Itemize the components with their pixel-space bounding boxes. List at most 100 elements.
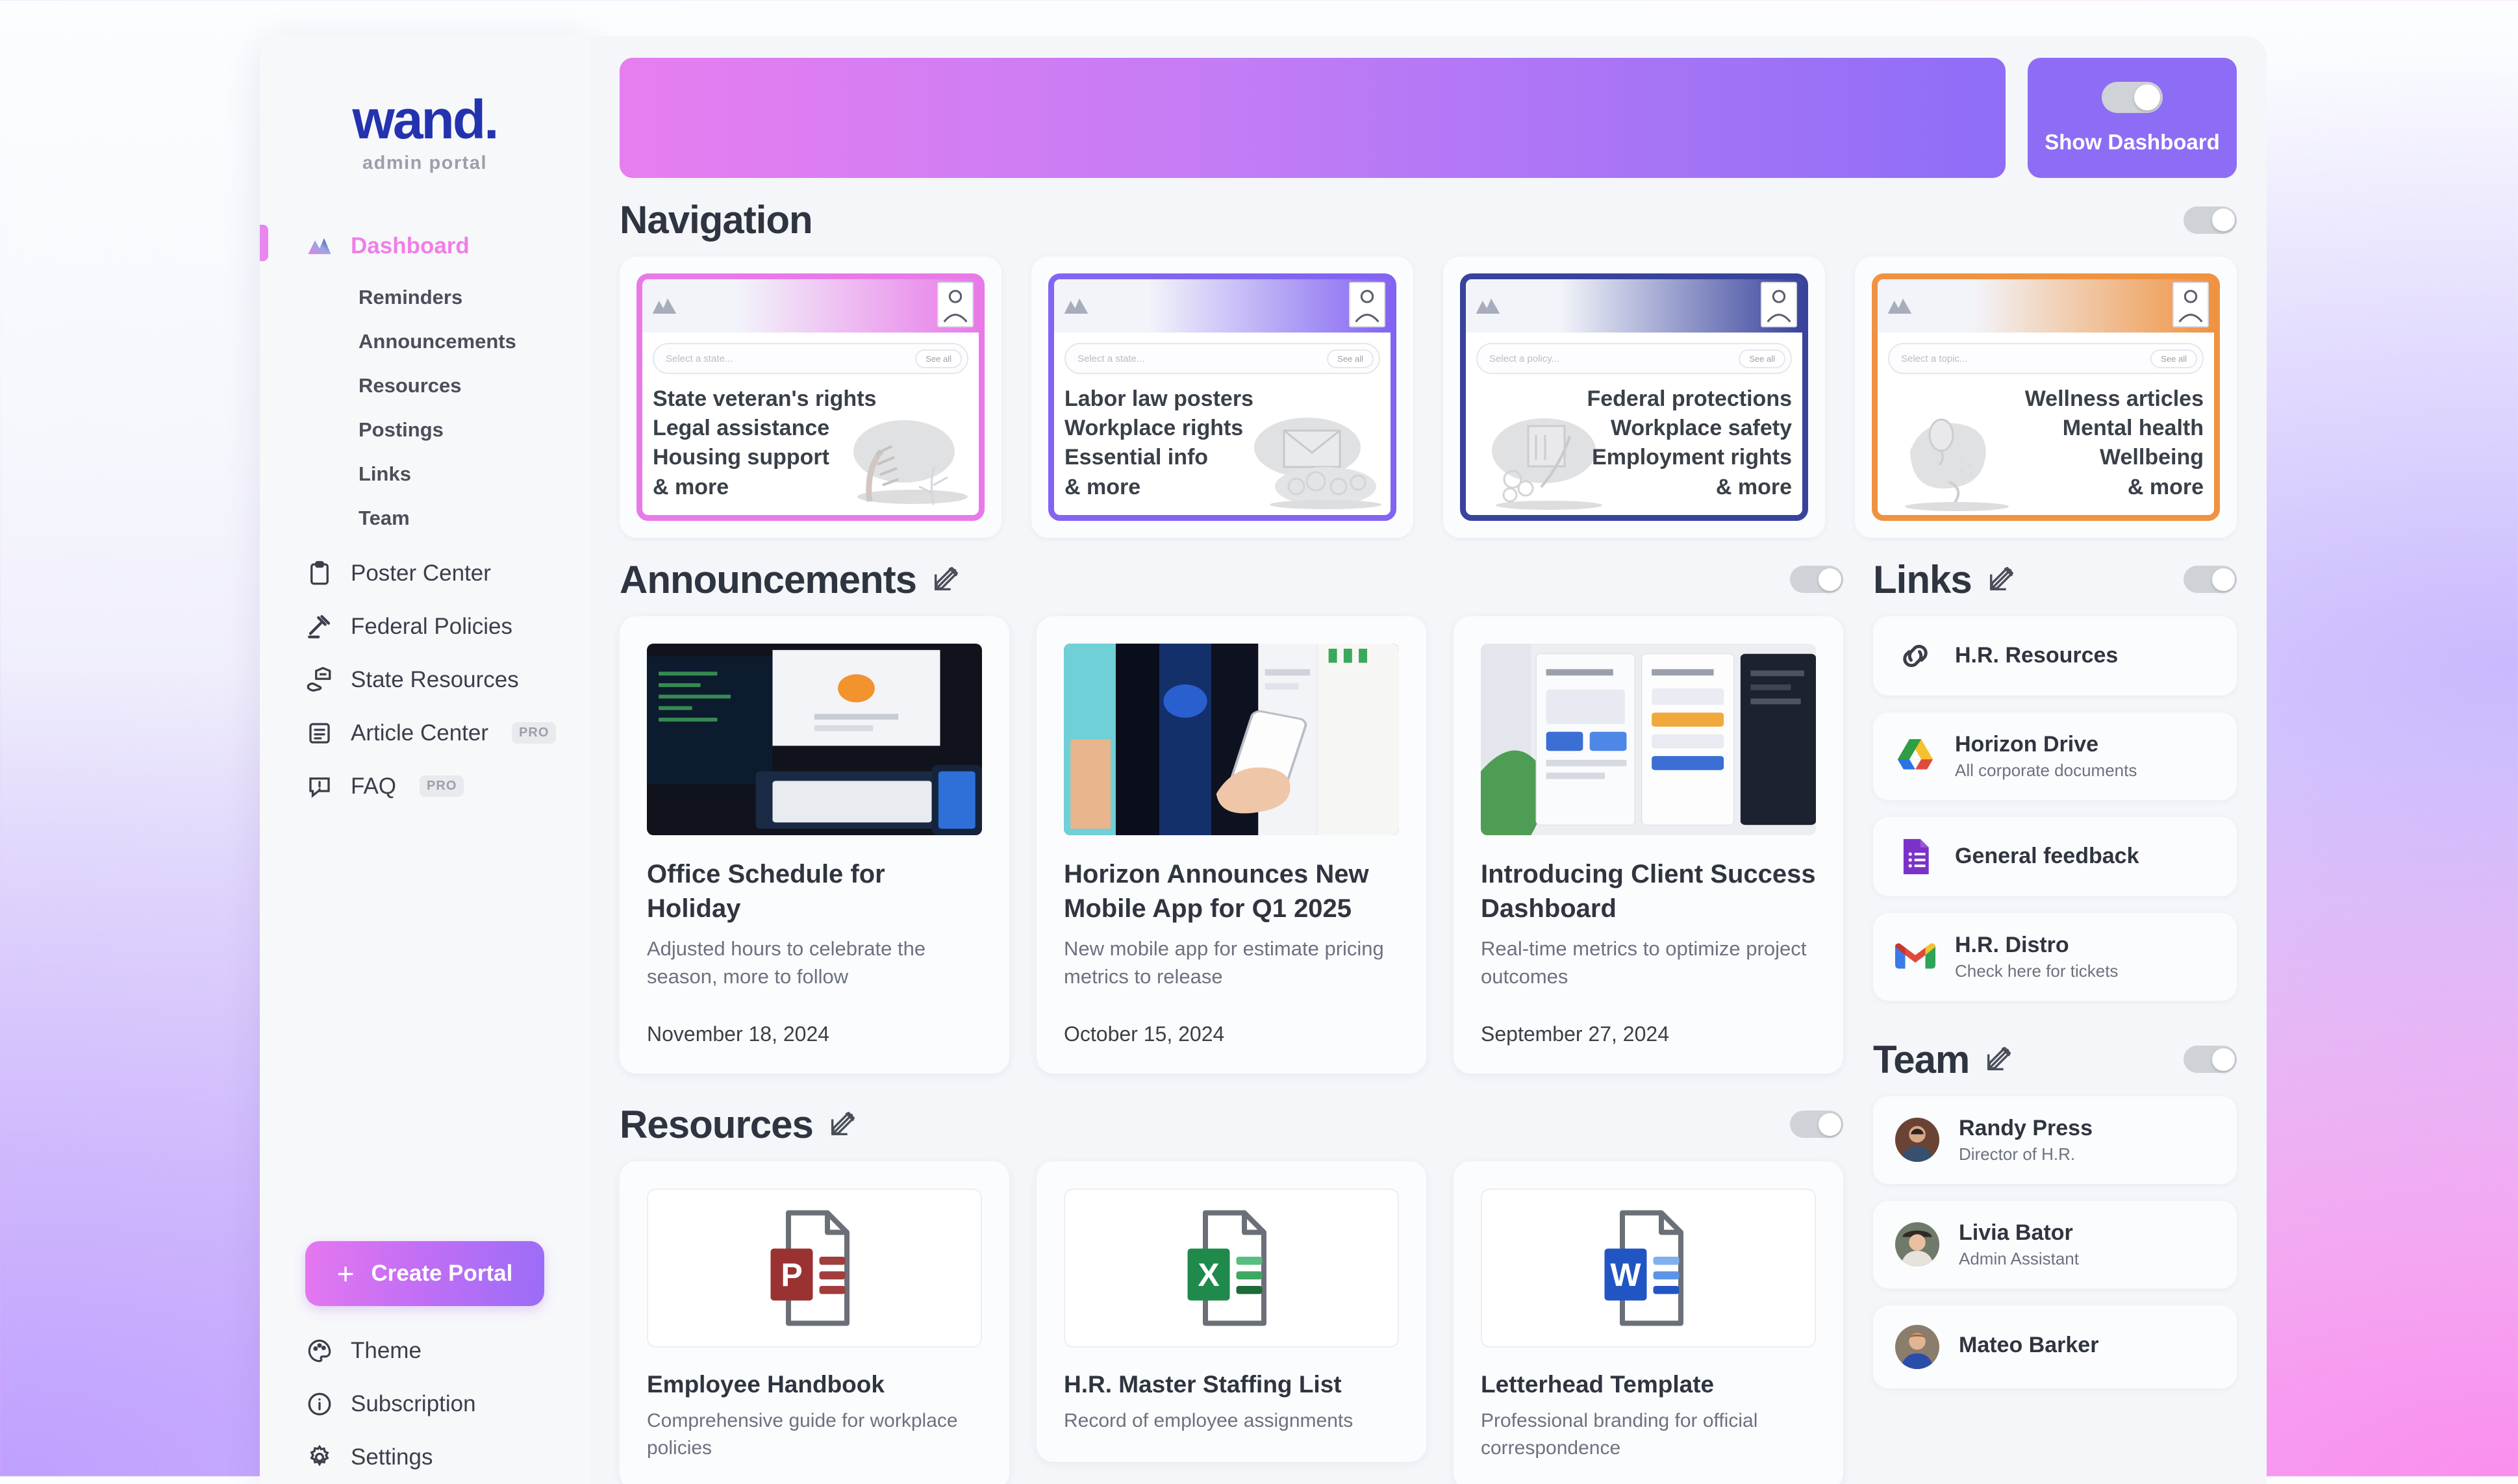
announcement-description: Adjusted hours to celebrate the season, … [647,937,926,988]
person-doc-icon [1761,282,1797,327]
resource-title: Letterhead Template [1481,1370,1715,1398]
resource-title: H.R. Master Staffing List [1064,1370,1342,1398]
chart-mountain-icon [1887,297,1913,314]
sidebar-subitem-resources[interactable]: Resources [260,364,590,408]
nav-card-body: Select a state... See all Labor law post… [1054,333,1391,515]
announcement-card[interactable]: Horizon Announces New Mobile App for Q1 … [1037,616,1426,1074]
navigation-toggle[interactable] [2184,206,2237,234]
sidebar-subitem-team[interactable]: Team [260,496,590,540]
nav-card[interactable]: Select a state... See all State veteran'… [636,273,985,521]
link-texts: H.R. Resources [1955,643,2118,668]
team-section-header: Team [1873,1037,2237,1082]
nav-card-see-all-button[interactable]: See all [915,349,962,368]
resource-description: Professional branding for official corre… [1481,1409,1758,1459]
nav-card-line: Federal protections [1587,386,1792,411]
nav-card-line: Workplace safety [1610,416,1792,441]
sidebar-item-dashboard[interactable]: Dashboard [260,220,590,273]
create-portal-button[interactable]: + Create Portal [305,1241,544,1306]
edit-team-icon[interactable] [1983,1044,2013,1074]
sidebar-item-label: Dashboard [351,233,470,258]
link-title: General feedback [1955,844,2139,869]
nav-card-outer[interactable]: Select a policy... See all Federal prote… [1443,257,1825,538]
desk-monitor-photo [647,643,982,835]
brand-logo: wand. admin portal [260,75,590,181]
nav-card-see-all-button[interactable]: See all [2150,349,2197,368]
sidebar-item-subscription[interactable]: Subscription [260,1377,590,1431]
nav-card-line: State veteran's rights [653,386,877,411]
sidebar-subitem-reminders[interactable]: Reminders [260,275,590,320]
show-dashboard-toggle[interactable] [2102,81,2163,113]
sidebar-subitem-announcements[interactable]: Announcements [260,320,590,364]
nav-card-search[interactable]: Select a topic... See all [1888,343,2204,374]
google-forms-icon [1895,836,1935,877]
person-doc-icon [937,282,974,327]
link-texts: H.R. Distro Check here for tickets [1955,933,2118,981]
announcement-title: Horizon Announces New Mobile App for Q1 … [1064,859,1369,924]
link-item[interactable]: General feedback [1873,816,2237,896]
edit-resources-icon[interactable] [827,1109,857,1139]
nav-card-outer[interactable]: Select a state... See all Labor law post… [1031,257,1413,538]
main-content: Show Dashboard Navigation Select a state… [590,36,2267,1484]
sidebar-nav: Dashboard Reminders Announcements Resour… [260,220,590,813]
nav-card[interactable]: Select a topic... See all Wellness artic… [1872,273,2220,521]
nav-card-outer[interactable]: Select a topic... See all Wellness artic… [1855,257,2237,538]
resource-card[interactable]: X H.R. Master Staffing List Record of em… [1037,1161,1426,1463]
navigation-title: Navigation [620,198,813,242]
edit-announcements-icon[interactable] [931,564,961,594]
avatar [1895,1118,1939,1163]
team-toggle[interactable] [2184,1046,2237,1074]
nav-card-lines: Wellness articles Mental health Wellbein… [1888,384,2204,502]
sidebar-item-article-center[interactable]: Article Center PRO [260,707,590,760]
show-dashboard-button[interactable]: Show Dashboard [2028,58,2237,178]
nav-card-see-all-button[interactable]: See all [1327,349,1374,368]
sidebar-item-poster-center[interactable]: Poster Center [260,547,590,600]
nav-card[interactable]: Select a state... See all Labor law post… [1048,273,1396,521]
gavel-icon [305,612,334,641]
edit-links-icon[interactable] [1986,564,2016,594]
nav-card-see-all-button[interactable]: See all [1739,349,1785,368]
announcement-card[interactable]: Introducing Client Success Dashboard Rea… [1454,616,1843,1074]
link-texts: General feedback [1955,844,2139,869]
gmail-icon [1895,937,1935,977]
link-item[interactable]: Horizon Drive All corporate documents [1873,712,2237,800]
sidebar-subitem-links[interactable]: Links [260,452,590,496]
speech-alert-icon [305,772,334,801]
sidebar-item-label: FAQ [351,773,397,799]
links-toggle[interactable] [2184,566,2237,594]
nav-card[interactable]: Select a policy... See all Federal prote… [1460,273,1808,521]
sidebar-item-theme[interactable]: Theme [260,1324,590,1377]
team-role: Admin Assistant [1959,1248,2079,1268]
sidebar-item-state-resources[interactable]: State Resources [260,653,590,707]
nav-card-search[interactable]: Select a policy... See all [1476,343,1792,374]
team-name: Livia Bator [1959,1220,2073,1245]
toggle-knob [2134,84,2160,110]
create-portal-label: Create Portal [371,1261,513,1286]
nav-card-search[interactable]: Select a state... See all [1064,343,1380,374]
team-item[interactable]: Livia Bator Admin Assistant [1873,1200,2237,1289]
announcement-card[interactable]: Office Schedule for Holiday Adjusted hou… [620,616,1009,1074]
resource-card[interactable]: W Letterhead Template Professional brand… [1454,1161,1843,1484]
plus-icon: + [336,1257,355,1290]
announcement-description: Real-time metrics to optimize project ou… [1481,937,1807,988]
team-role: Director of H.R. [1959,1144,2076,1164]
nav-card-outer[interactable]: Select a state... See all State veteran'… [620,257,1001,538]
svg-text:W: W [1610,1257,1641,1293]
sidebar-item-federal-policies[interactable]: Federal Policies [260,600,590,653]
topbar: Show Dashboard [620,58,2237,178]
team-item[interactable]: Mateo Barker [1873,1305,2237,1389]
link-item[interactable]: H.R. Distro Check here for tickets [1873,912,2237,1001]
sidebar-item-label: Federal Policies [351,613,512,639]
sidebar-subitem-postings[interactable]: Postings [260,408,590,452]
resource-card[interactable]: P Employee Handbook Comprehensive guide … [620,1161,1009,1484]
phone-screens-photo [1064,643,1399,835]
nav-card-search[interactable]: Select a state... See all [653,343,968,374]
team-item[interactable]: Randy Press Director of H.R. [1873,1096,2237,1184]
link-item[interactable]: H.R. Resources [1873,616,2237,696]
sidebar-item-faq[interactable]: FAQ PRO [260,760,590,813]
nav-card-header [1054,279,1391,333]
nav-card-lines: Federal protections Workplace safety Emp… [1476,384,1792,502]
announcements-toggle[interactable] [1790,566,1843,594]
gear-icon [305,1443,334,1472]
brand-subtitle: admin portal [362,152,487,173]
resources-toggle[interactable] [1790,1111,1843,1138]
